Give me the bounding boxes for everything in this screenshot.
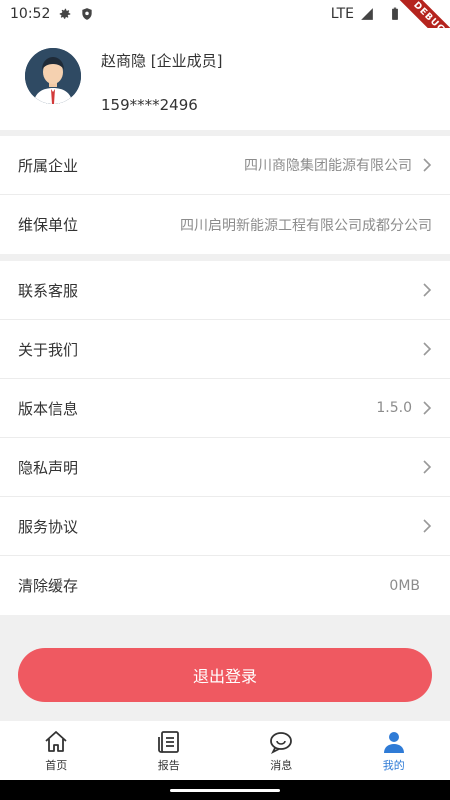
settings-gear-icon: [60, 8, 71, 19]
status-time: 10:52: [10, 6, 51, 22]
home-gesture-handle[interactable]: [170, 789, 280, 792]
tab-label: 我的: [382, 758, 405, 772]
row-label: 所属企业: [18, 156, 79, 175]
row-label: 服务协议: [18, 517, 79, 536]
shield-icon: [82, 8, 93, 20]
row-value: 四川启明新能源工程有限公司成都分公司: [180, 217, 432, 234]
tab-label: 消息: [270, 758, 293, 772]
tab-home[interactable]: 首页: [0, 721, 113, 780]
signal-icon: [361, 8, 373, 20]
row-label: 维保单位: [18, 216, 79, 234]
user-phone: 159****2496: [101, 96, 198, 114]
row-clear-cache[interactable]: 清除缓存 0MB: [0, 556, 450, 615]
chevron-right-icon: [423, 460, 432, 474]
chevron-right-icon: [423, 342, 432, 356]
company-info-group: 所属企业 四川商隐集团能源有限公司 维保单位 四川启明新能源工程有限公司成都分公…: [0, 136, 450, 254]
avatar[interactable]: [25, 48, 81, 104]
row-about-us[interactable]: 关于我们: [0, 320, 450, 379]
row-company[interactable]: 所属企业 四川商隐集团能源有限公司: [0, 136, 450, 195]
row-service-agreement[interactable]: 服务协议: [0, 497, 450, 556]
tab-report[interactable]: 报告: [113, 721, 226, 780]
version-value: 1.5.0: [376, 400, 412, 416]
row-privacy-statement[interactable]: 隐私声明: [0, 438, 450, 497]
row-label: 联系客服: [18, 281, 79, 300]
logout-button[interactable]: 退出登录: [18, 648, 432, 702]
user-name: 赵商隐 [企业成员]: [101, 52, 223, 70]
report-icon: [157, 730, 179, 753]
row-contact-support[interactable]: 联系客服: [0, 261, 450, 320]
chevron-right-icon: [423, 519, 432, 533]
row-label: 版本信息: [18, 399, 79, 418]
chevron-right-icon: [423, 158, 432, 172]
chevron-right-icon: [423, 283, 432, 297]
tab-messages[interactable]: 消息: [225, 721, 338, 780]
row-label: 清除缓存: [18, 577, 79, 595]
network-label: LTE: [330, 6, 354, 22]
user-icon: [383, 731, 404, 753]
home-icon: [45, 730, 67, 752]
row-maintenance-unit: 维保单位 四川启明新能源工程有限公司成都分公司: [0, 195, 450, 254]
system-navigation-bar: [0, 780, 450, 800]
bottom-tab-bar: 首页 报告 消息 我的: [0, 721, 450, 780]
settings-group: 联系客服 关于我们 版本信息 1.5.0 隐私声明 服务协议 清除缓存 0MB: [0, 261, 450, 615]
message-icon: [270, 731, 293, 754]
tab-label: 报告: [157, 758, 180, 772]
status-bar: 10:52 LTE DEBUG: [0, 0, 450, 56]
row-version-info[interactable]: 版本信息 1.5.0: [0, 379, 450, 438]
row-label: 隐私声明: [18, 458, 79, 477]
chevron-right-icon: [423, 401, 432, 415]
avatar-person-icon: [25, 48, 81, 104]
row-value: 四川商隐集团能源有限公司: [244, 158, 412, 174]
tab-label: 首页: [45, 758, 68, 772]
tab-mine[interactable]: 我的: [338, 721, 450, 780]
battery-icon: [392, 7, 398, 20]
profile-header[interactable]: 赵商隐 [企业成员] 159****2496: [0, 28, 450, 130]
cache-size-value: 0MB: [389, 577, 420, 594]
row-label: 关于我们: [18, 340, 79, 359]
